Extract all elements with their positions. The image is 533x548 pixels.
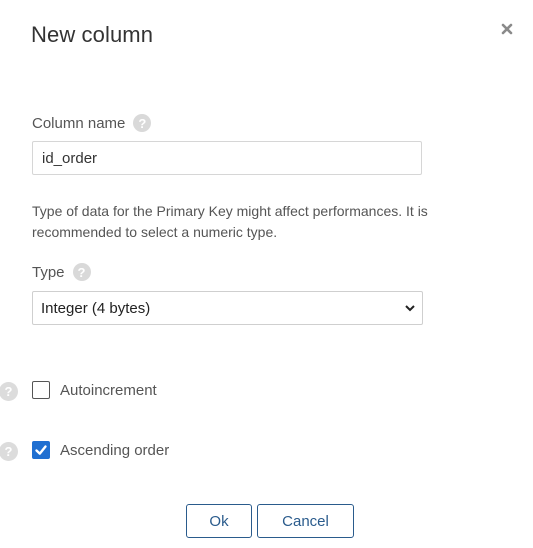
ascending-order-label: Ascending order bbox=[60, 441, 170, 459]
help-icon[interactable]: ? bbox=[0, 382, 18, 401]
checkmark-icon bbox=[35, 445, 47, 455]
column-name-input[interactable] bbox=[32, 141, 422, 175]
column-name-label-row: Column name ? bbox=[32, 114, 152, 132]
close-icon[interactable] bbox=[496, 18, 518, 40]
primary-key-note: Type of data for the Primary Key might a… bbox=[32, 203, 428, 240]
ok-button[interactable]: Ok bbox=[186, 504, 252, 538]
new-column-dialog: New column Column name ? Type of data fo… bbox=[0, 0, 533, 548]
help-icon[interactable]: ? bbox=[133, 114, 152, 132]
cancel-button[interactable]: Cancel bbox=[257, 504, 354, 538]
type-label: Type bbox=[32, 263, 65, 281]
autoincrement-label: Autoincrement bbox=[60, 381, 157, 399]
chevron-down-icon bbox=[405, 305, 415, 312]
help-icon[interactable]: ? bbox=[0, 442, 18, 461]
help-icon[interactable]: ? bbox=[72, 263, 91, 281]
ascending-order-option[interactable]: Ascending order bbox=[32, 441, 169, 459]
type-select[interactable]: Integer (4 bytes) bbox=[32, 291, 423, 325]
type-label-row: Type ? bbox=[32, 263, 91, 281]
column-name-label: Column name bbox=[32, 114, 126, 132]
autoincrement-checkbox[interactable] bbox=[32, 381, 50, 399]
autoincrement-option[interactable]: Autoincrement bbox=[32, 381, 157, 399]
type-select-value: Integer (4 bytes) bbox=[41, 299, 151, 317]
ascending-order-checkbox[interactable] bbox=[32, 441, 50, 459]
dialog-title: New column bbox=[31, 22, 154, 47]
